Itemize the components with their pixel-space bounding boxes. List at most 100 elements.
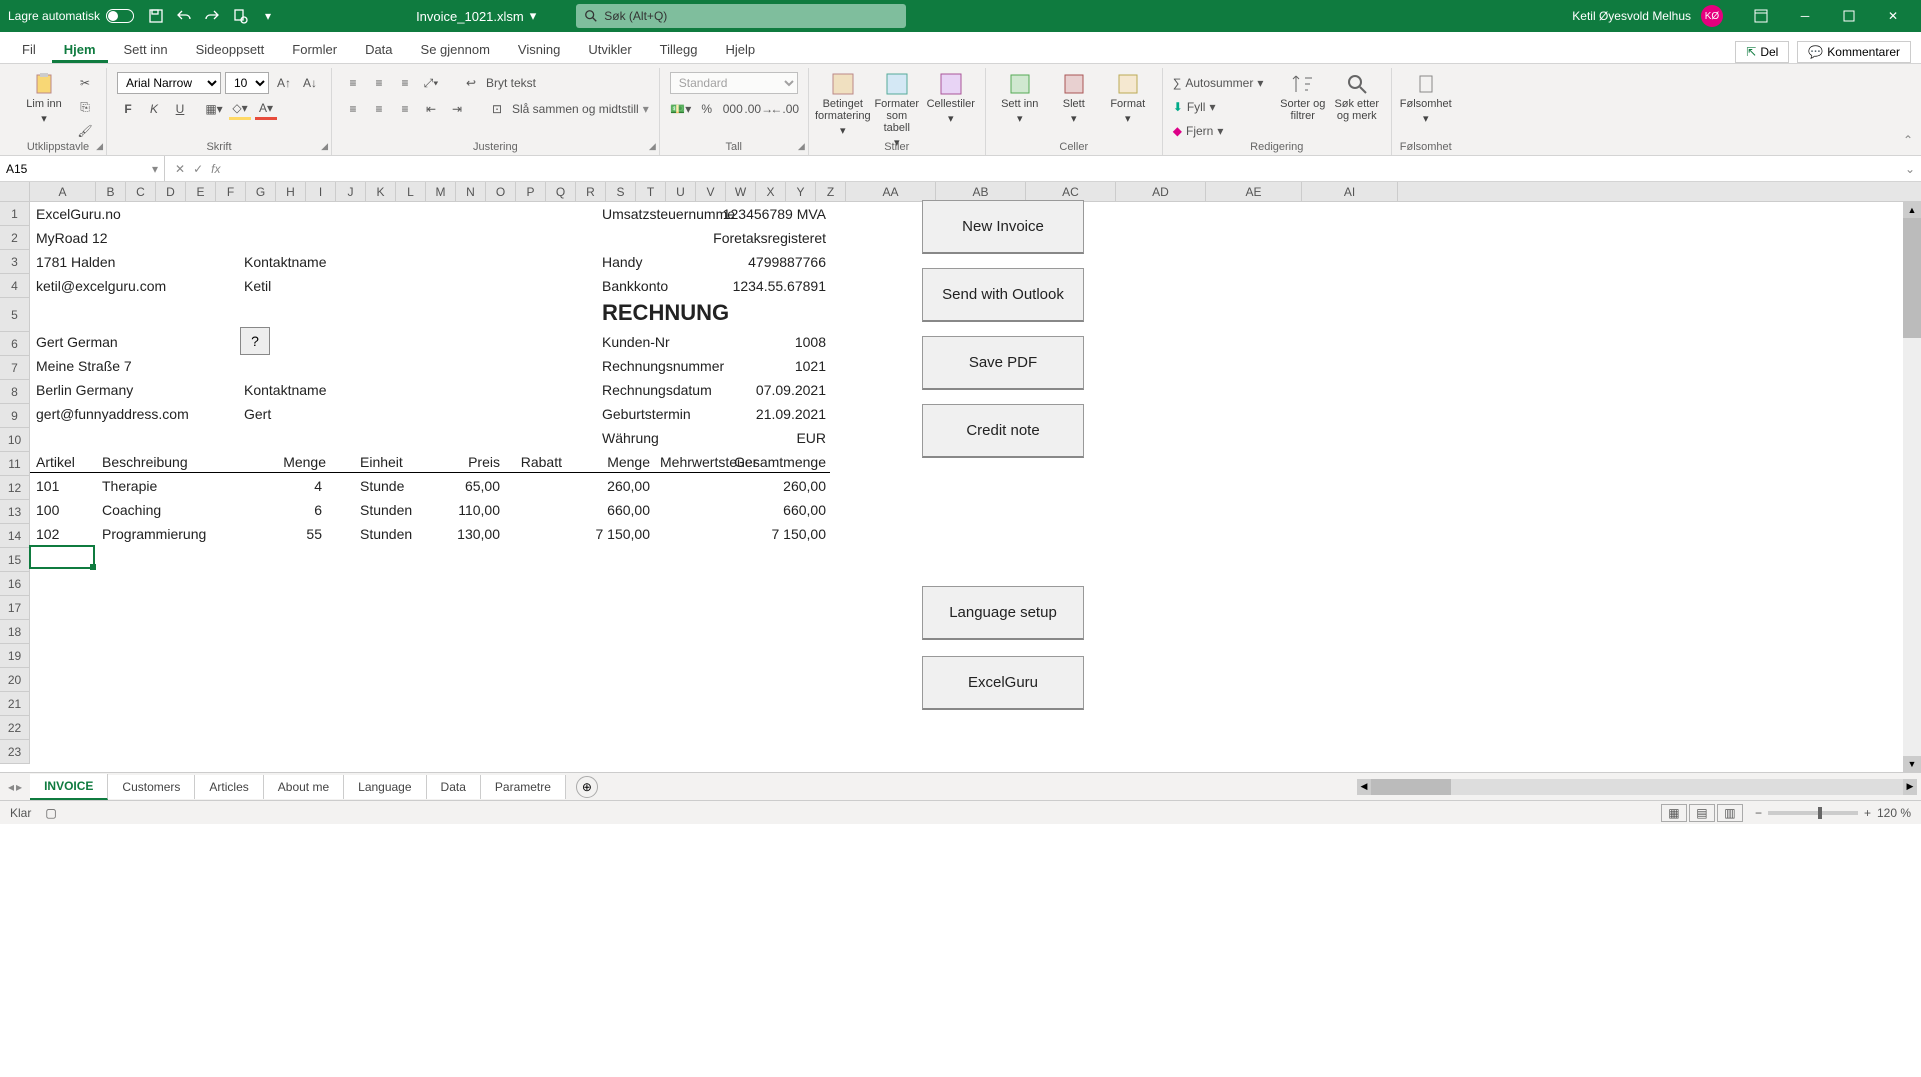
table-cell[interactable]: 7 150,00 xyxy=(590,522,654,546)
table-cell[interactable]: Stunde xyxy=(356,474,408,498)
cell-addr2[interactable]: 1781 Halden xyxy=(32,250,119,274)
column-header-K[interactable]: K xyxy=(366,182,396,201)
hdr-preis[interactable]: Preis xyxy=(440,450,504,474)
column-header-AE[interactable]: AE xyxy=(1206,182,1302,201)
column-header-M[interactable]: M xyxy=(426,182,456,201)
table-cell[interactable]: 260,00 xyxy=(730,474,830,498)
table-cell[interactable]: 660,00 xyxy=(730,498,830,522)
column-header-D[interactable]: D xyxy=(156,182,186,201)
undo-icon[interactable] xyxy=(176,8,192,24)
table-cell[interactable]: 130,00 xyxy=(440,522,504,546)
cell-kontakt-lbl2[interactable]: Kontaktname xyxy=(240,378,331,402)
cell-custaddr2[interactable]: Berlin Germany xyxy=(32,378,137,402)
cell-styles-button[interactable]: Cellestiler▾ xyxy=(927,68,975,125)
row-header-4[interactable]: 4 xyxy=(0,274,30,298)
column-header-AC[interactable]: AC xyxy=(1026,182,1116,201)
normal-view-icon[interactable]: ▦ xyxy=(1661,804,1687,822)
cell-rechnr-lbl[interactable]: Rechnungsnummer xyxy=(598,354,728,378)
sheet-next-icon[interactable]: ▸ xyxy=(16,780,22,794)
page-layout-view-icon[interactable]: ▤ xyxy=(1689,804,1715,822)
cell-wahr-val[interactable]: EUR xyxy=(718,426,830,450)
comments-button[interactable]: 💬Kommentarer xyxy=(1797,41,1911,63)
fill-button[interactable]: ⬇Fyll▾ xyxy=(1173,96,1273,118)
find-select-button[interactable]: Søk etter og merk xyxy=(1333,68,1381,122)
wrap-text-label[interactable]: Bryt tekst xyxy=(486,76,536,90)
column-header-Y[interactable]: Y xyxy=(786,182,816,201)
column-header-J[interactable]: J xyxy=(336,182,366,201)
row-header-16[interactable]: 16 xyxy=(0,572,30,596)
font-name-select[interactable]: Arial Narrow xyxy=(117,72,221,94)
table-cell[interactable]: 102 xyxy=(32,522,63,546)
hdr-besch[interactable]: Beschreibung xyxy=(98,450,192,474)
wrap-text-icon[interactable]: ↩ xyxy=(460,72,482,94)
tab-sideoppsett[interactable]: Sideoppsett xyxy=(184,36,277,63)
tab-hjem[interactable]: Hjem xyxy=(52,36,108,63)
row-header-9[interactable]: 9 xyxy=(0,404,30,428)
zoom-slider[interactable] xyxy=(1768,811,1858,815)
column-header-U[interactable]: U xyxy=(666,182,696,201)
cell-bank-lbl[interactable]: Bankkonto xyxy=(598,274,672,298)
row-header-13[interactable]: 13 xyxy=(0,500,30,524)
table-cell[interactable]: Stunden xyxy=(356,522,416,546)
cell-custaddr1[interactable]: Meine Straße 7 xyxy=(32,354,136,378)
ribbon-display-icon[interactable] xyxy=(1741,4,1781,28)
sheet-tab-articles[interactable]: Articles xyxy=(195,775,263,799)
save-icon[interactable] xyxy=(148,8,164,24)
vscroll-thumb[interactable] xyxy=(1903,218,1921,338)
align-top-icon[interactable]: ≡ xyxy=(342,72,364,94)
new-invoice-button[interactable]: New Invoice xyxy=(922,200,1084,254)
cell-foretak[interactable]: Foretaksregisteret xyxy=(718,226,830,250)
copy-icon[interactable]: ⎘ xyxy=(74,96,96,118)
table-cell[interactable]: 110,00 xyxy=(440,498,504,522)
fill-color-icon[interactable]: ◇▾ xyxy=(229,98,251,120)
cell-addr1[interactable]: MyRoad 12 xyxy=(32,226,112,250)
column-header-S[interactable]: S xyxy=(606,182,636,201)
cell-rechnung[interactable]: RECHNUNG xyxy=(598,296,733,330)
zoom-handle[interactable] xyxy=(1818,807,1822,819)
clipboard-launcher-icon[interactable]: ◢ xyxy=(96,141,103,152)
column-header-AA[interactable]: AA xyxy=(846,182,936,201)
column-header-AI[interactable]: AI xyxy=(1302,182,1398,201)
hdr-einheit[interactable]: Einheit xyxy=(356,450,407,474)
table-cell[interactable]: Stunden xyxy=(356,498,416,522)
column-header-A[interactable]: A xyxy=(30,182,96,201)
increase-indent-icon[interactable]: ⇥ xyxy=(446,98,468,120)
row-header-12[interactable]: 12 xyxy=(0,476,30,500)
percent-icon[interactable]: % xyxy=(696,98,718,120)
sheet-tab-data[interactable]: Data xyxy=(427,775,481,799)
cell-handy-val[interactable]: 4799887766 xyxy=(718,250,830,274)
cell-custemail[interactable]: gert@funnyaddress.com xyxy=(32,402,193,426)
add-sheet-button[interactable]: ⊕ xyxy=(576,776,598,798)
row-header-3[interactable]: 3 xyxy=(0,250,30,274)
increase-decimal-icon[interactable]: .00→ xyxy=(748,98,770,120)
qat-dropdown-icon[interactable]: ▾ xyxy=(260,8,276,24)
column-header-C[interactable]: C xyxy=(126,182,156,201)
tab-settinn[interactable]: Sett inn xyxy=(112,36,180,63)
table-cell[interactable]: 100 xyxy=(32,498,63,522)
cell-rechdat-val[interactable]: 07.09.2021 xyxy=(718,378,830,402)
hdr-menge2[interactable]: Menge xyxy=(590,450,654,474)
print-preview-icon[interactable] xyxy=(232,8,248,24)
tab-hjelp[interactable]: Hjelp xyxy=(714,36,768,63)
alignment-launcher-icon[interactable]: ◢ xyxy=(649,141,656,152)
underline-button[interactable]: U xyxy=(169,98,191,120)
row-header-23[interactable]: 23 xyxy=(0,740,30,764)
column-header-T[interactable]: T xyxy=(636,182,666,201)
hdr-artikel[interactable]: Artikel xyxy=(32,450,79,474)
cell-email[interactable]: ketil@excelguru.com xyxy=(32,274,170,298)
column-header-Q[interactable]: Q xyxy=(546,182,576,201)
scroll-down-icon[interactable]: ▼ xyxy=(1903,756,1921,772)
decrease-indent-icon[interactable]: ⇤ xyxy=(420,98,442,120)
table-cell[interactable]: 7 150,00 xyxy=(730,522,830,546)
column-header-R[interactable]: R xyxy=(576,182,606,201)
excelguru-button[interactable]: ExcelGuru xyxy=(922,656,1084,710)
sheet-tab-language[interactable]: Language xyxy=(344,775,426,799)
row-header-22[interactable]: 22 xyxy=(0,716,30,740)
tab-tillegg[interactable]: Tillegg xyxy=(648,36,710,63)
merge-icon[interactable]: ⊡ xyxy=(486,98,508,120)
row-header-10[interactable]: 10 xyxy=(0,428,30,452)
row-header-19[interactable]: 19 xyxy=(0,644,30,668)
tab-visning[interactable]: Visning xyxy=(506,36,572,63)
column-header-X[interactable]: X xyxy=(756,182,786,201)
cell-company[interactable]: ExcelGuru.no xyxy=(32,202,125,226)
